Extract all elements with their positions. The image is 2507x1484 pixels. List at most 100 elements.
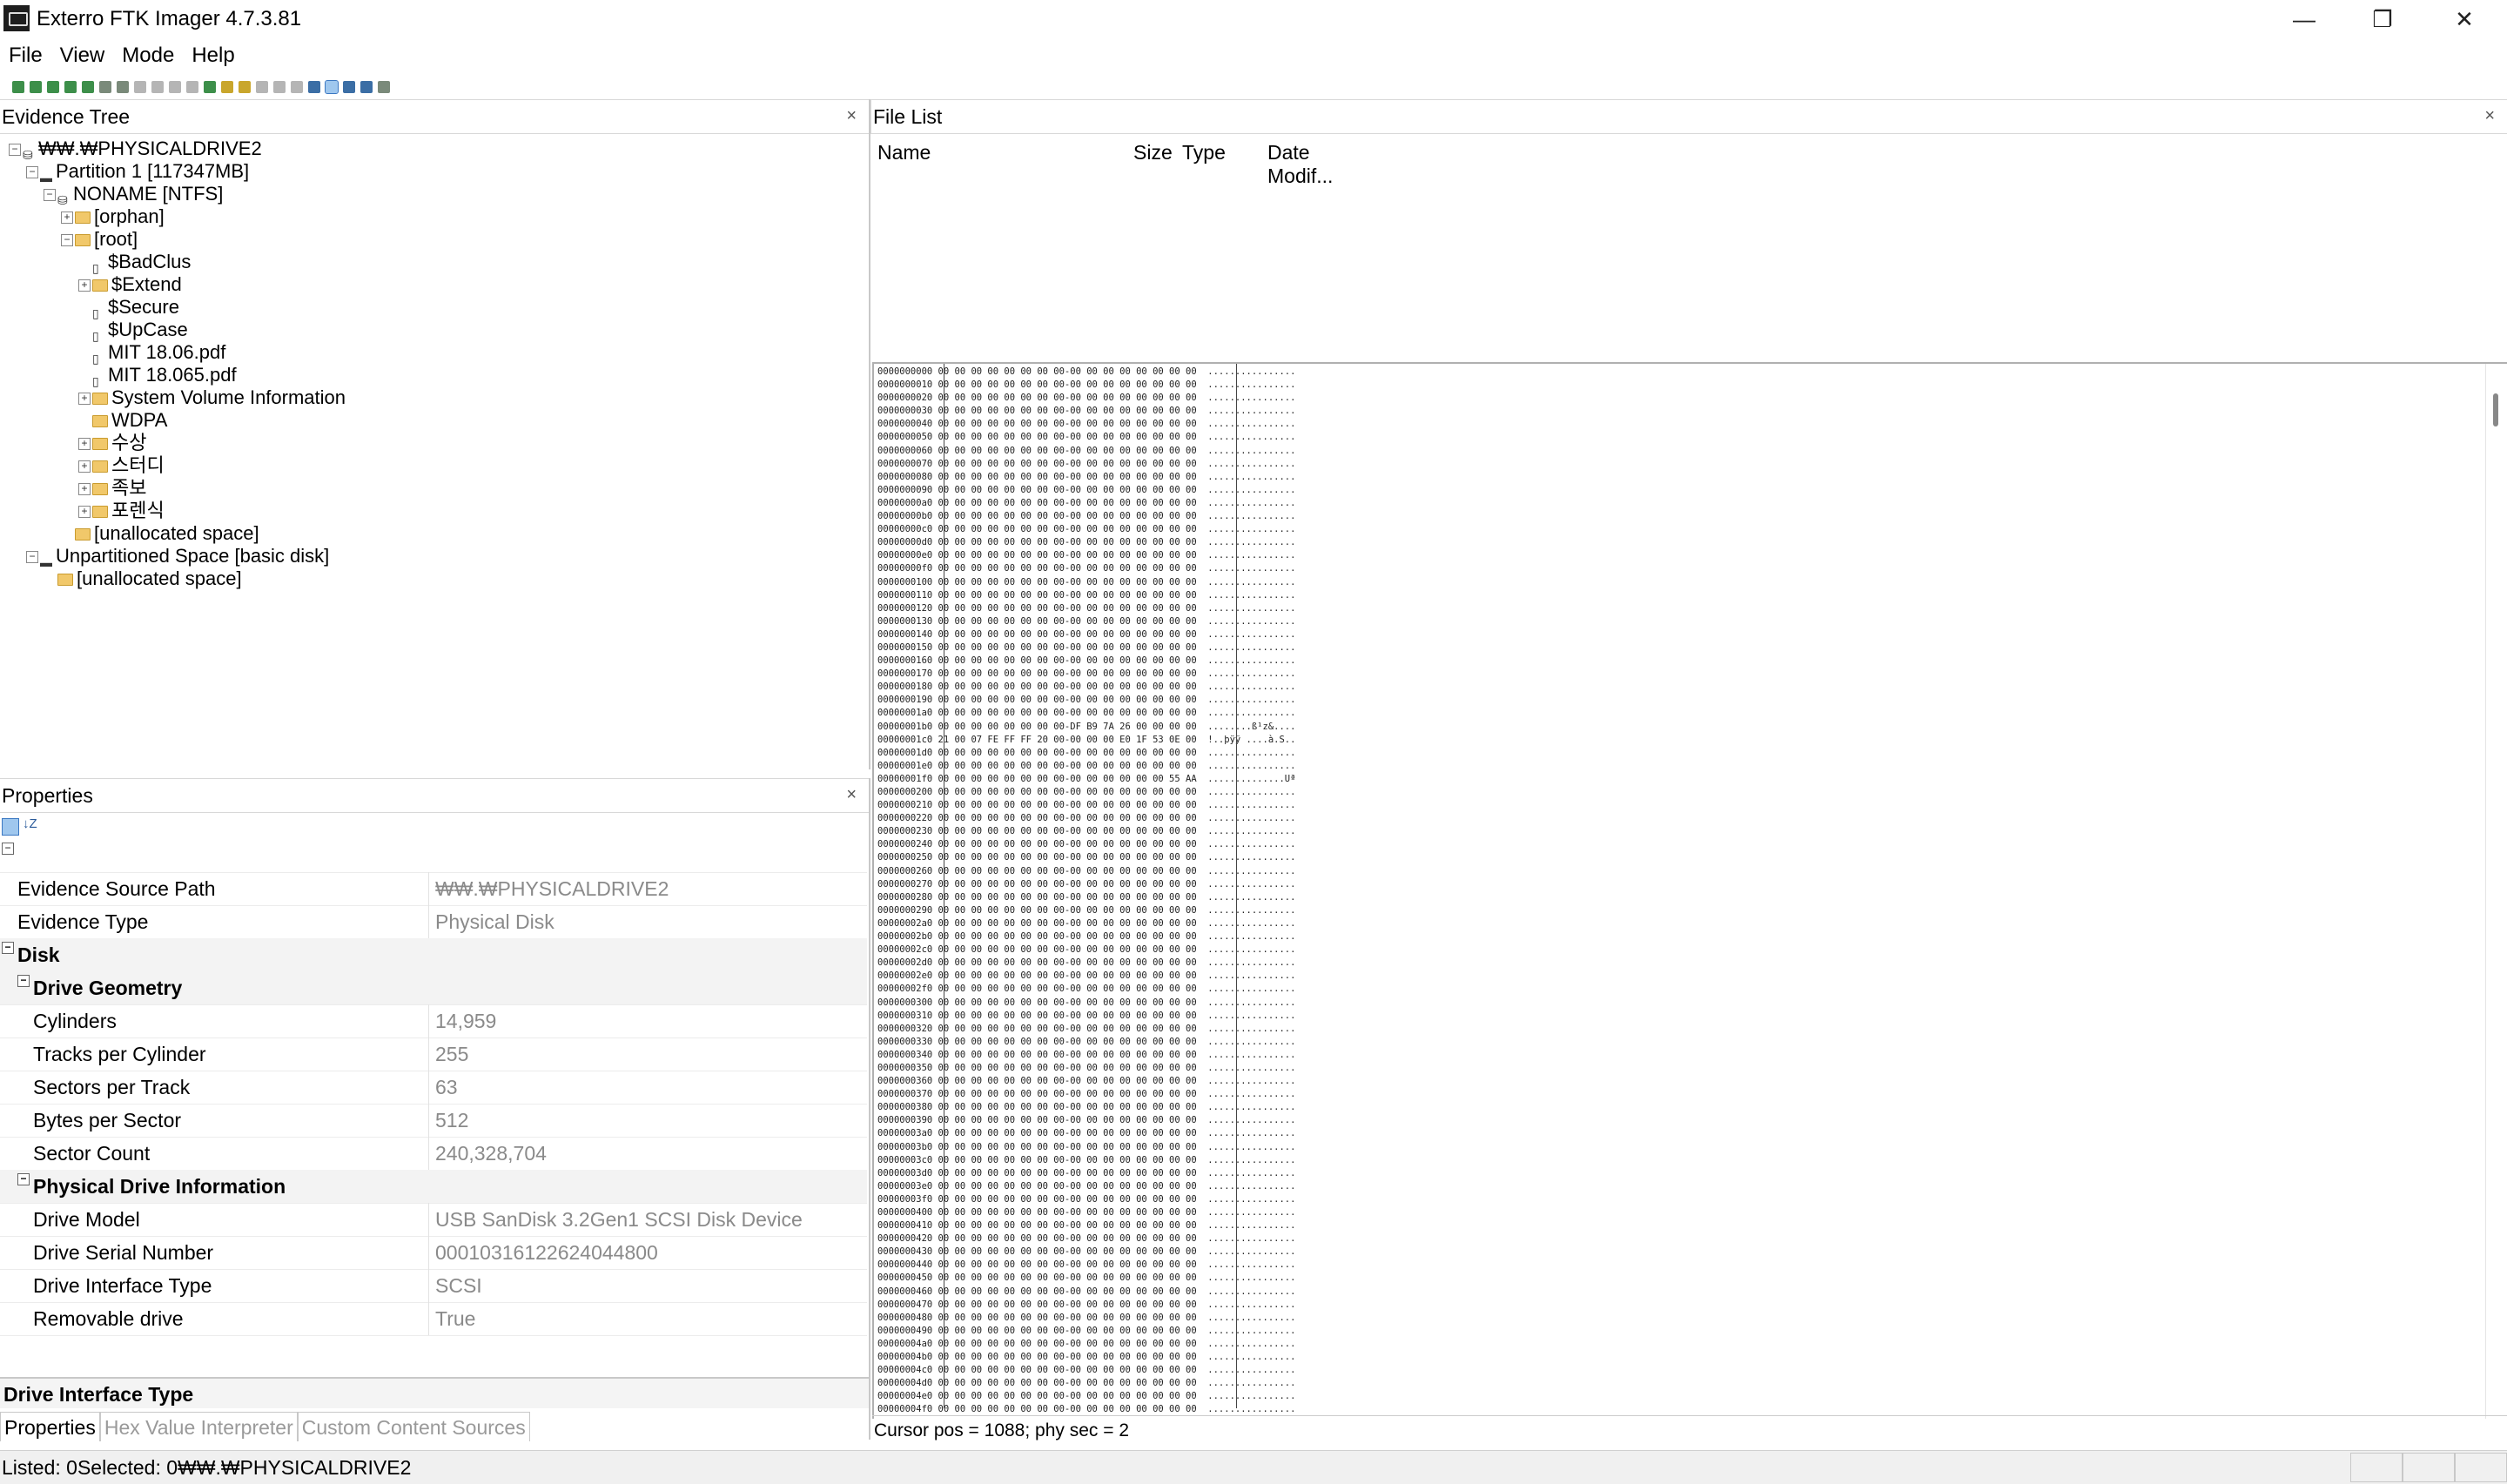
export-logical-image-icon[interactable] (134, 81, 146, 93)
tree-item[interactable]: + 족보 (78, 477, 146, 500)
property-category[interactable]: − Disk (0, 938, 867, 972)
property-row[interactable]: Drive Serial Number 00010316122624044800 (0, 1236, 867, 1270)
export-files-icon[interactable] (273, 81, 286, 93)
column-separator (428, 1269, 429, 1302)
file-list-close-icon[interactable]: × (2484, 106, 2495, 126)
tree-item[interactable]: + System Volume Information (78, 386, 346, 409)
expand-icon[interactable]: + (61, 212, 73, 224)
property-row[interactable]: Removable drive True (0, 1302, 867, 1336)
tree-item[interactable]: + 스터디 (78, 454, 165, 477)
hex-view-icon[interactable] (360, 81, 373, 93)
properties-close-icon[interactable]: × (846, 785, 857, 805)
close-button[interactable]: ✕ (2425, 0, 2504, 38)
expand-icon[interactable]: + (78, 460, 91, 473)
property-row[interactable]: Bytes per Sector 512 (0, 1104, 867, 1138)
column-size[interactable]: Size (1133, 141, 1173, 165)
minimize-button[interactable]: — (2265, 0, 2343, 38)
tree-item[interactable]: ▯ $Secure (92, 296, 179, 320)
capture-memory-icon[interactable] (221, 81, 233, 93)
property-row[interactable]: Cylinders 14,959 (0, 1004, 867, 1038)
expand-icon[interactable]: + (78, 393, 91, 405)
status-bar: Listed: 0Selected: 0₩₩.₩PHYSICALDRIVE2 (0, 1450, 2507, 1484)
hex-scrollbar-thumb[interactable] (2493, 393, 2498, 426)
verify-drive-icon[interactable] (204, 81, 216, 93)
drive-icon: ▬ (40, 171, 52, 185)
obtain-protected-files-icon[interactable] (239, 81, 251, 93)
add-to-custom-content-icon[interactable] (151, 81, 164, 93)
tree-item[interactable]: − ▬ Unpartitioned Space [basic disk] (26, 545, 329, 569)
property-label: Evidence Type (17, 910, 149, 933)
tree-item[interactable]: + [orphan] (61, 205, 165, 228)
property-row[interactable]: Tracks per Cylinder 255 (0, 1037, 867, 1071)
column-name[interactable]: Name (877, 141, 931, 165)
tree-item[interactable]: + $Extend (78, 273, 182, 296)
decrypt-icon[interactable] (186, 81, 198, 93)
tab-hex-value-interpreter[interactable]: Hex Value Interpreter (99, 1412, 298, 1441)
expand-icon[interactable]: + (78, 438, 91, 450)
tree-item[interactable]: − ⛁ NONAME [NTFS] (44, 183, 223, 207)
tree-item[interactable]: ▯ $BadClus (92, 251, 191, 275)
export-directory-listing-icon[interactable] (308, 81, 320, 93)
menu-mode[interactable]: Mode (122, 44, 174, 68)
collapse-icon[interactable]: − (26, 166, 38, 178)
detect-encryption-icon[interactable] (256, 81, 268, 93)
properties-title: Properties (2, 783, 93, 807)
remove-evidence-icon[interactable] (64, 81, 77, 93)
tree-item[interactable]: ▯ MIT 18.06.pdf (92, 341, 225, 366)
image-mounting-icon[interactable] (47, 81, 59, 93)
tree-item[interactable]: − ⛁ ₩₩.₩PHYSICALDRIVE2 (9, 138, 262, 162)
property-row[interactable]: − (0, 839, 867, 873)
hex-scrollbar[interactable] (2485, 364, 2507, 1419)
create-custom-image-icon[interactable] (169, 81, 181, 93)
expand-icon[interactable]: + (78, 279, 91, 292)
auto-view-icon[interactable] (325, 80, 339, 94)
collapse-icon[interactable]: − (17, 1173, 30, 1185)
expand-icon[interactable]: + (78, 483, 91, 495)
property-row[interactable]: Drive Interface Type SCSI (0, 1269, 867, 1303)
column-type[interactable]: Type (1182, 141, 1226, 165)
tab-custom-content-sources[interactable]: Custom Content Sources (297, 1412, 530, 1441)
property-category[interactable]: − Drive Geometry (0, 971, 867, 1005)
property-row[interactable]: Sectors per Track 63 (0, 1071, 867, 1105)
collapse-icon[interactable]: − (61, 234, 73, 246)
add-evidence-icon[interactable] (12, 81, 24, 93)
evidence-tree-close-icon[interactable]: × (846, 106, 857, 126)
help-icon[interactable] (378, 81, 390, 93)
tree-item[interactable]: + 수상 (78, 432, 146, 454)
menu-help[interactable]: Help (192, 44, 234, 68)
tree-item[interactable]: [unallocated space] (75, 522, 259, 545)
tree-item[interactable]: + 포렌식 (78, 500, 165, 522)
export-hash-list-icon[interactable] (291, 81, 303, 93)
property-row[interactable]: Evidence Source Path ₩₩.₩PHYSICALDRIVE2 (0, 872, 867, 906)
collapse-icon[interactable]: − (26, 551, 38, 563)
tree-item[interactable]: − ▬ Partition 1 [117347MB] (26, 160, 249, 185)
create-image-icon[interactable] (99, 81, 111, 93)
remove-all-evidence-icon[interactable] (82, 81, 94, 93)
property-category[interactable]: − Physical Drive Information (0, 1170, 867, 1204)
property-row[interactable]: Evidence Type Physical Disk (0, 905, 867, 939)
restore-button[interactable]: ❐ (2343, 0, 2422, 38)
property-row[interactable]: Drive Model USB SanDisk 3.2Gen1 SCSI Dis… (0, 1203, 867, 1237)
property-row[interactable]: Sector Count 240,328,704 (0, 1137, 867, 1171)
tree-item[interactable]: WDPA (92, 409, 167, 432)
tree-item[interactable]: ▯ MIT 18.065.pdf (92, 364, 237, 388)
menu-file[interactable]: File (9, 44, 43, 68)
hex-viewer[interactable]: 0000000000 00 00 00 00 00 00 00 00-00 00… (872, 362, 2507, 1419)
menu-view[interactable]: View (60, 44, 105, 68)
tree-item[interactable]: [unallocated space] (57, 567, 242, 590)
expand-icon[interactable]: + (78, 506, 91, 518)
collapse-icon[interactable]: − (2, 843, 14, 855)
tree-item[interactable]: ▯ $UpCase (92, 319, 188, 343)
text-view-icon[interactable] (343, 81, 355, 93)
export-disk-image-icon[interactable] (117, 81, 129, 93)
tab-properties[interactable]: Properties (0, 1412, 100, 1441)
collapse-icon[interactable]: − (2, 942, 14, 954)
alphabetical-icon[interactable]: ↓Z (23, 816, 37, 831)
collapse-icon[interactable]: − (44, 189, 56, 201)
categorized-icon[interactable] (2, 818, 19, 836)
collapse-icon[interactable]: − (9, 144, 21, 156)
add-all-evidence-icon[interactable] (30, 81, 42, 93)
column-date-modified[interactable]: Date Modif... (1267, 141, 1333, 188)
collapse-icon[interactable]: − (17, 975, 30, 987)
tree-item[interactable]: − [root] (61, 228, 138, 251)
